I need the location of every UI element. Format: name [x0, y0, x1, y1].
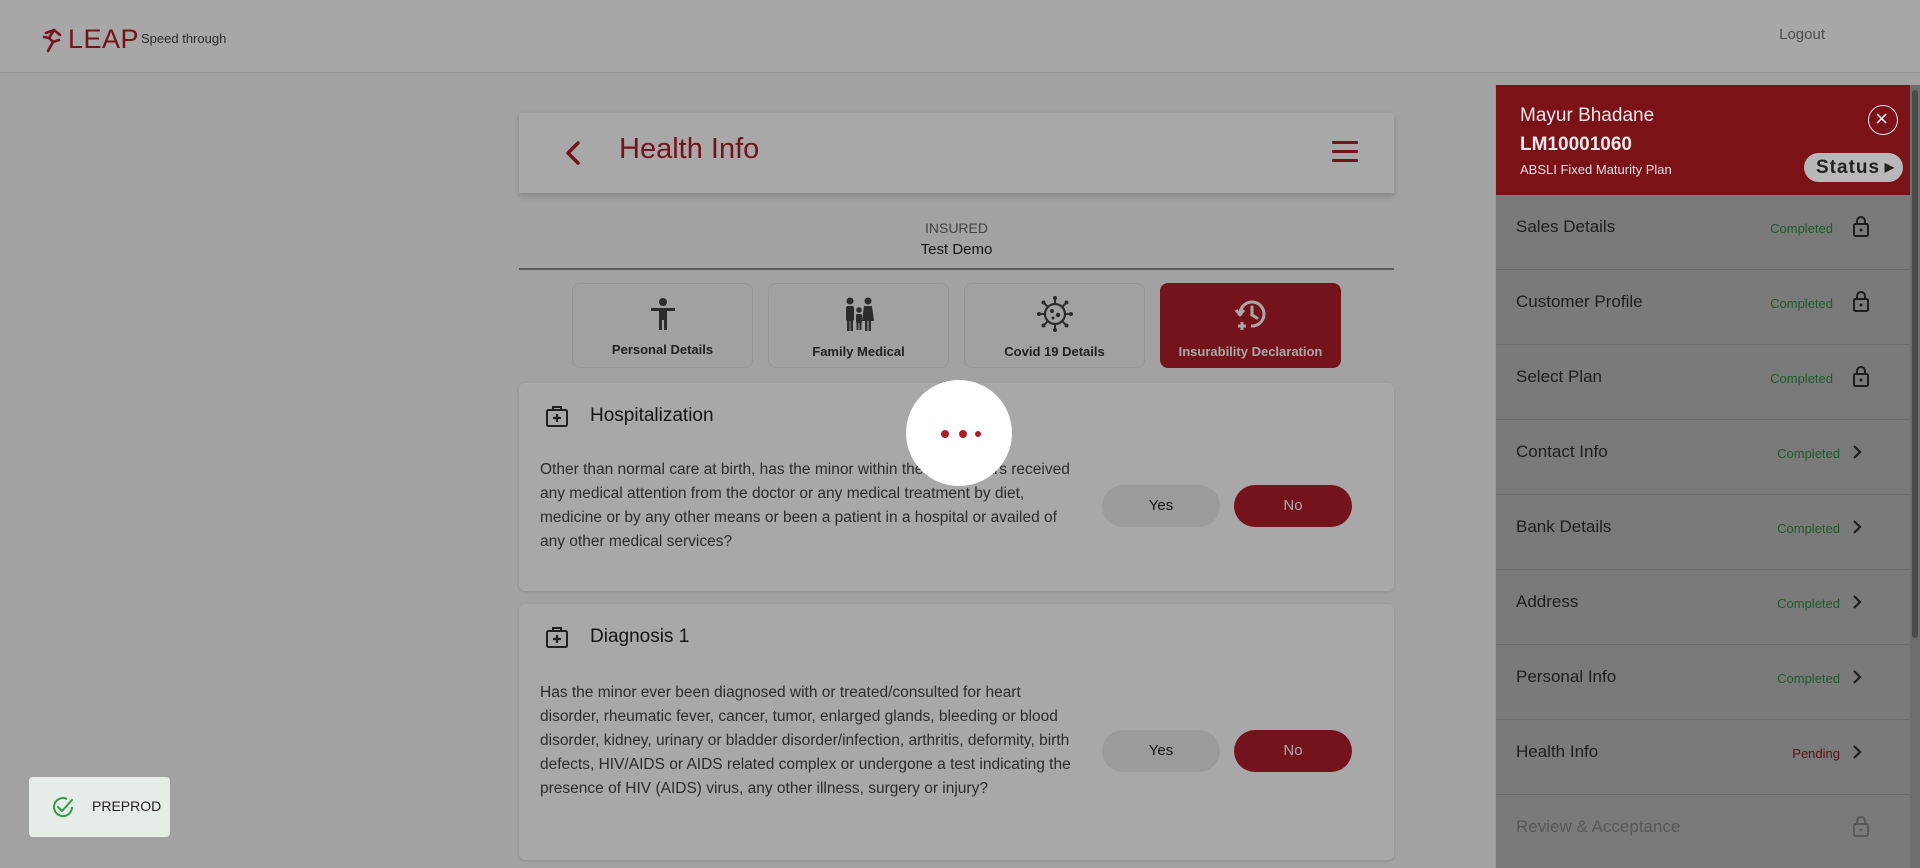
side-panel-scrollbar[interactable]	[1910, 85, 1920, 868]
step-status: Completed	[1770, 221, 1833, 236]
step-status: Completed	[1777, 446, 1840, 461]
step-label: Address	[1516, 592, 1579, 611]
customer-summary: Mayur Bhadane LM10001060 ABSLI Fixed Mat…	[1496, 85, 1910, 195]
caret-right-icon: ▶	[1884, 160, 1895, 174]
step-status: Completed	[1777, 521, 1840, 536]
loading-spinner	[906, 380, 1012, 486]
step-label: Health Info	[1516, 742, 1599, 761]
step-label: Review & Acceptance	[1516, 817, 1681, 836]
step-label: Bank Details	[1516, 517, 1612, 536]
plan-name: ABSLI Fixed Maturity Plan	[1520, 162, 1672, 177]
step-status: Completed	[1777, 671, 1840, 686]
step-status: Completed	[1770, 371, 1833, 386]
step-sales-details[interactable]: Sales Details Completed	[1496, 195, 1910, 270]
lock-icon	[1853, 291, 1869, 312]
chevron-right-icon	[1853, 670, 1862, 684]
step-review-acceptance: Review & Acceptance	[1496, 795, 1910, 868]
chevron-right-icon	[1853, 595, 1862, 609]
lock-icon	[1853, 366, 1869, 387]
step-contact-info[interactable]: Contact Info Completed	[1496, 420, 1910, 495]
application-status-panel: Mayur Bhadane LM10001060 ABSLI Fixed Mat…	[1495, 85, 1920, 868]
step-health-info[interactable]: Health Info Pending	[1496, 720, 1910, 795]
status-button[interactable]: Status ▶	[1804, 153, 1903, 182]
lock-icon	[1853, 816, 1869, 837]
environment-toast: PREPROD	[29, 777, 170, 837]
application-id: LM10001060	[1520, 134, 1632, 155]
step-label: Contact Info	[1516, 442, 1608, 461]
step-label: Personal Info	[1516, 667, 1617, 686]
step-label: Sales Details	[1516, 217, 1616, 236]
step-customer-profile[interactable]: Customer Profile Completed	[1496, 270, 1910, 345]
chevron-right-icon	[1853, 445, 1862, 459]
environment-label: PREPROD	[92, 798, 162, 814]
step-bank-details[interactable]: Bank Details Completed	[1496, 495, 1910, 570]
step-status: Completed	[1770, 296, 1833, 311]
step-status: Completed	[1777, 596, 1840, 611]
chevron-right-icon	[1853, 745, 1862, 759]
step-label: Select Plan	[1516, 367, 1602, 386]
customer-name: Mayur Bhadane	[1520, 105, 1655, 126]
step-status: Pending	[1792, 746, 1840, 761]
step-list: Sales Details Completed Customer Profile…	[1496, 195, 1910, 868]
step-personal-info[interactable]: Personal Info Completed	[1496, 645, 1910, 720]
status-label: Status	[1816, 157, 1881, 178]
chevron-right-icon	[1853, 520, 1862, 534]
step-address[interactable]: Address Completed	[1496, 570, 1910, 645]
lock-icon	[1853, 216, 1869, 237]
scrollbar-thumb[interactable]	[1912, 90, 1918, 638]
close-icon[interactable]	[1868, 105, 1898, 135]
step-label: Customer Profile	[1516, 292, 1643, 311]
check-circle-icon	[53, 797, 74, 818]
step-select-plan[interactable]: Select Plan Completed	[1496, 345, 1910, 420]
